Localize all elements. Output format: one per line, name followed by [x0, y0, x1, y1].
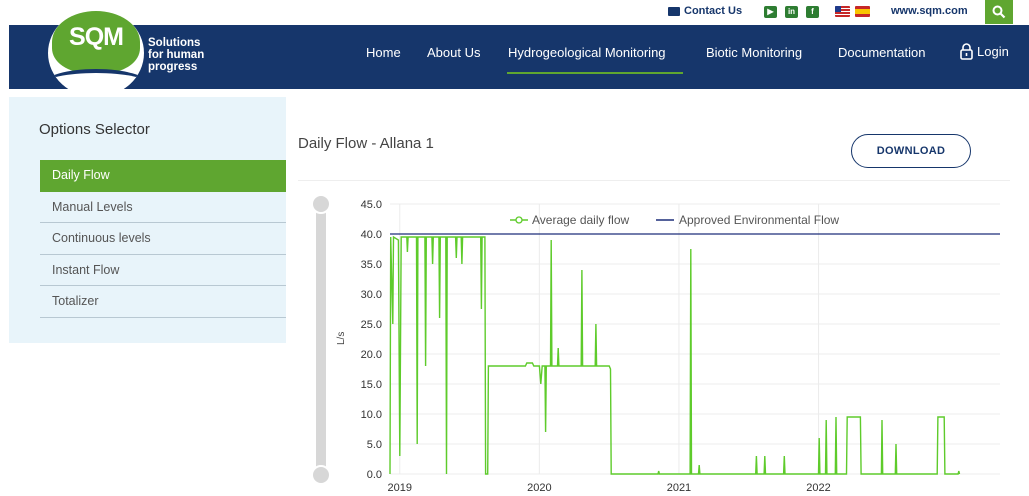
- nav-hydrogeological-monitoring[interactable]: Hydrogeological Monitoring: [508, 45, 666, 60]
- y-tick-label: 15.0: [361, 379, 382, 391]
- y-tick-label: 30.0: [361, 289, 382, 301]
- title-divider: [298, 180, 1010, 181]
- login-label: Login: [977, 44, 1009, 59]
- option-instant-flow[interactable]: Instant Flow: [40, 255, 286, 286]
- daily-flow-chart: 0.0 5.0 10.0 15.0 20.0 25.0 30.0 35.0 40.0 45.0 2…: [336, 199, 1000, 494]
- option-totalizer[interactable]: Totalizer: [40, 286, 286, 318]
- us-flag-icon[interactable]: [835, 6, 850, 17]
- average-daily-flow-line: [389, 235, 961, 475]
- search-button[interactable]: [985, 0, 1013, 24]
- page-title: Daily Flow - Allana 1: [298, 135, 434, 152]
- options-list: Daily Flow Manual Levels Continuous leve…: [40, 160, 286, 318]
- website-link[interactable]: www.sqm.com: [891, 5, 968, 17]
- facebook-icon[interactable]: f: [806, 6, 819, 18]
- y-tick-label: 10.0: [361, 409, 382, 421]
- options-sidebar: Options Selector Daily Flow Manual Level…: [9, 97, 286, 343]
- brand-tagline: Solutions for human progress: [148, 37, 205, 73]
- x-tick-label: 2020: [527, 482, 551, 494]
- legend-label-average-daily-flow: Average daily flow: [532, 213, 630, 227]
- lock-icon: [960, 43, 973, 60]
- y-axis-label: L/s: [336, 332, 347, 345]
- option-daily-flow[interactable]: Daily Flow: [40, 160, 286, 192]
- y-tick-label: 40.0: [361, 229, 382, 241]
- y-tick-label: 35.0: [361, 259, 382, 271]
- x-axis-ticks: 2019 2020 2021 2022: [388, 482, 831, 494]
- y-tick-label: 0.0: [367, 469, 382, 481]
- legend-label-approved-environmental-flow: Approved Environmental Flow: [679, 213, 839, 227]
- chart-legend: Average daily flow Approved Environmental…: [510, 213, 839, 227]
- range-slider-track[interactable]: [316, 203, 326, 475]
- nav-home[interactable]: Home: [366, 45, 401, 60]
- option-manual-levels[interactable]: Manual Levels: [40, 192, 286, 223]
- active-nav-indicator: [507, 72, 683, 74]
- sqm-logo[interactable]: SQM: [48, 9, 144, 97]
- range-slider-bottom-handle[interactable]: [311, 465, 331, 485]
- y-tick-label: 25.0: [361, 319, 382, 331]
- contact-us-label: Contact Us: [684, 5, 743, 17]
- download-button[interactable]: DOWNLOAD: [851, 134, 971, 168]
- sidebar-title: Options Selector: [39, 121, 150, 138]
- linkedin-icon[interactable]: in: [785, 6, 798, 18]
- youtube-icon[interactable]: ▶: [764, 6, 777, 18]
- login-link[interactable]: Login: [960, 43, 1009, 60]
- nav-documentation[interactable]: Documentation: [838, 45, 925, 60]
- contact-us-link[interactable]: Contact Us: [668, 5, 742, 17]
- y-tick-label: 45.0: [361, 199, 382, 211]
- range-slider-top-handle[interactable]: [311, 194, 331, 214]
- y-tick-label: 5.0: [367, 439, 382, 451]
- utility-bar: Contact Us ▶ in f www.sqm.com: [0, 0, 1029, 25]
- nav-biotic-monitoring[interactable]: Biotic Monitoring: [706, 45, 802, 60]
- logo-text: SQM: [69, 23, 124, 51]
- x-tick-label: 2022: [806, 482, 830, 494]
- search-icon: [992, 5, 1006, 19]
- legend-marker-average-daily-flow: [515, 216, 523, 224]
- option-continuous-levels[interactable]: Continuous levels: [40, 223, 286, 255]
- x-tick-label: 2019: [388, 482, 412, 494]
- y-tick-label: 20.0: [361, 349, 382, 361]
- x-tick-label: 2021: [667, 482, 691, 494]
- spain-flag-icon[interactable]: [855, 6, 870, 17]
- nav-about-us[interactable]: About Us: [427, 45, 480, 60]
- envelope-icon: [668, 6, 680, 16]
- y-axis-ticks: 0.0 5.0 10.0 15.0 20.0 25.0 30.0 35.0 40.0 45.0: [361, 199, 382, 481]
